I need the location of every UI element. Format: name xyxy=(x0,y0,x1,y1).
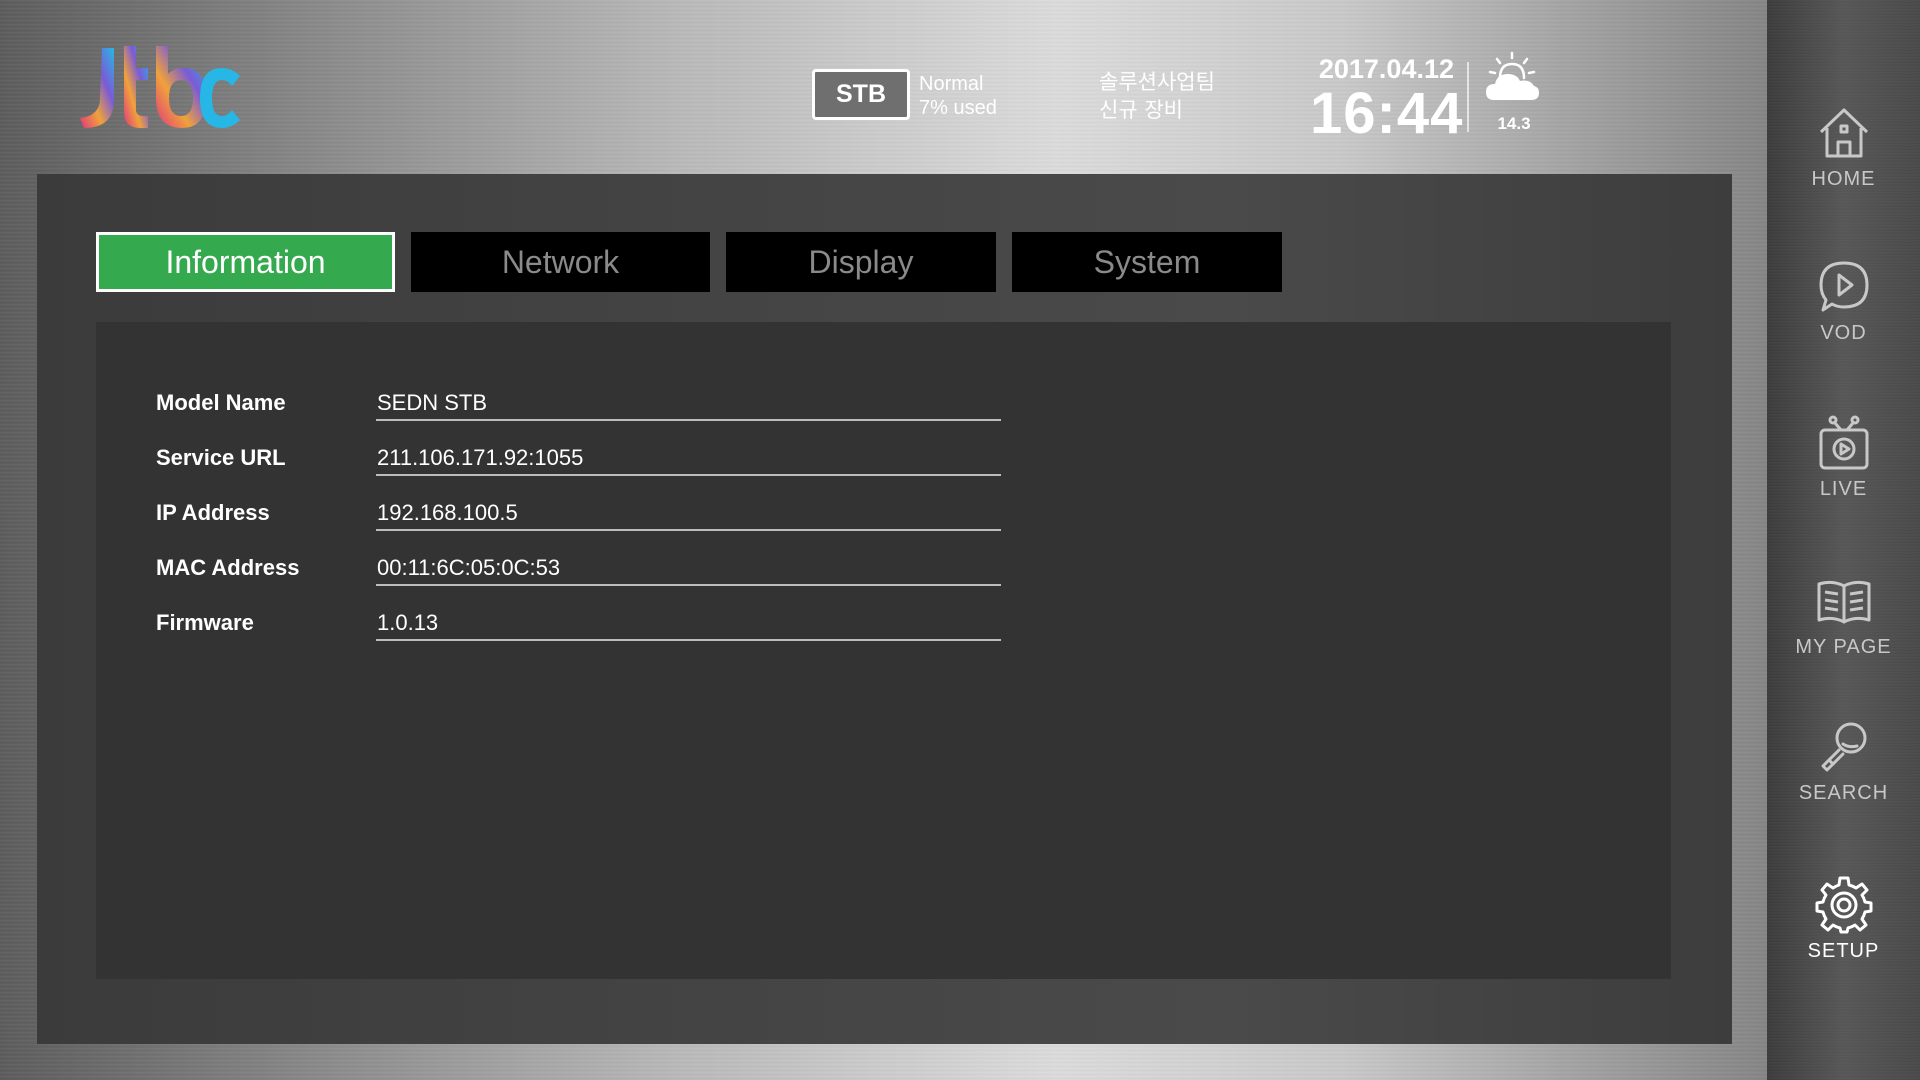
stb-status: Normal 7% used xyxy=(919,72,997,120)
stb-status-text: Normal xyxy=(919,73,984,95)
tab-system[interactable]: System xyxy=(1012,232,1282,292)
stb-badge: STB xyxy=(812,69,910,120)
team-info: 솔루션사업팀 신규 장비 xyxy=(1099,68,1215,124)
info-row-service-url: Service URL 211.106.171.92:1055 xyxy=(156,437,1056,477)
service-url-label: Service URL xyxy=(156,445,286,470)
stb-usage-text: 7% used xyxy=(919,97,997,119)
temperature: 14.3 xyxy=(1497,114,1531,133)
sidebar-item-live[interactable]: LIVE xyxy=(1767,414,1920,534)
sidebar-item-search[interactable]: SEARCH xyxy=(1767,718,1920,838)
sidebar-label-live: LIVE xyxy=(1819,478,1868,500)
header-divider xyxy=(1467,62,1469,132)
sidebar-label-my-page: MY PAGE xyxy=(1795,636,1892,658)
sidebar-label-setup: SETUP xyxy=(1807,940,1880,962)
jtbc-logo-graphic xyxy=(80,46,240,128)
team-name: 솔루션사업팀 xyxy=(1099,70,1215,94)
sidebar-item-setup[interactable]: SETUP xyxy=(1767,876,1920,996)
information-panel: Model Name SEDN STB Service URL 211.106.… xyxy=(96,322,1671,979)
ip-address-value: 192.168.100.5 xyxy=(376,500,1001,531)
sidebar-item-vod[interactable]: VOD xyxy=(1767,258,1920,378)
magnifier-icon xyxy=(1821,722,1866,772)
tab-network[interactable]: Network xyxy=(411,232,710,292)
info-row-ip-address: IP Address 192.168.100.5 xyxy=(156,492,1056,532)
info-row-model-name: Model Name SEDN STB xyxy=(156,382,1056,422)
jtbc-logo: jtbc xyxy=(74,40,244,140)
sidebar-label-vod: VOD xyxy=(1820,322,1867,344)
tab-display[interactable]: Display xyxy=(726,232,996,292)
tab-information[interactable]: Information xyxy=(96,232,395,292)
firmware-label: Firmware xyxy=(156,610,254,635)
tv-icon xyxy=(1819,415,1868,470)
ip-address-label: IP Address xyxy=(156,500,270,525)
firmware-value: 1.0.13 xyxy=(376,610,1001,641)
gear-icon xyxy=(1815,876,1872,934)
play-chat-icon xyxy=(1819,261,1868,312)
mac-address-value: 00:11:6C:05:0C:53 xyxy=(376,555,1001,586)
current-time: 16:44 xyxy=(1310,81,1464,146)
sidebar-item-my-page[interactable]: MY PAGE xyxy=(1767,572,1920,692)
info-row-mac-address: MAC Address 00:11:6C:05:0C:53 xyxy=(156,547,1056,587)
model-name-value: SEDN STB xyxy=(376,390,1001,421)
book-icon xyxy=(1817,580,1870,624)
home-icon xyxy=(1819,108,1868,158)
sidebar-label-home: HOME xyxy=(1811,168,1876,190)
info-row-firmware: Firmware 1.0.13 xyxy=(156,602,1056,642)
sidebar-item-home[interactable]: HOME xyxy=(1767,104,1920,224)
sidebar-label-search: SEARCH xyxy=(1798,782,1889,804)
sidebar-nav: HOME VOD LIVE MY PAGE SEARCH SETUP xyxy=(1767,0,1920,1080)
service-url-value: 211.106.171.92:1055 xyxy=(376,445,1001,476)
device-name: 신규 장비 xyxy=(1099,98,1183,122)
model-name-label: Model Name xyxy=(156,390,286,415)
sun-cloud-icon xyxy=(1486,51,1539,100)
mac-address-label: MAC Address xyxy=(156,555,300,580)
